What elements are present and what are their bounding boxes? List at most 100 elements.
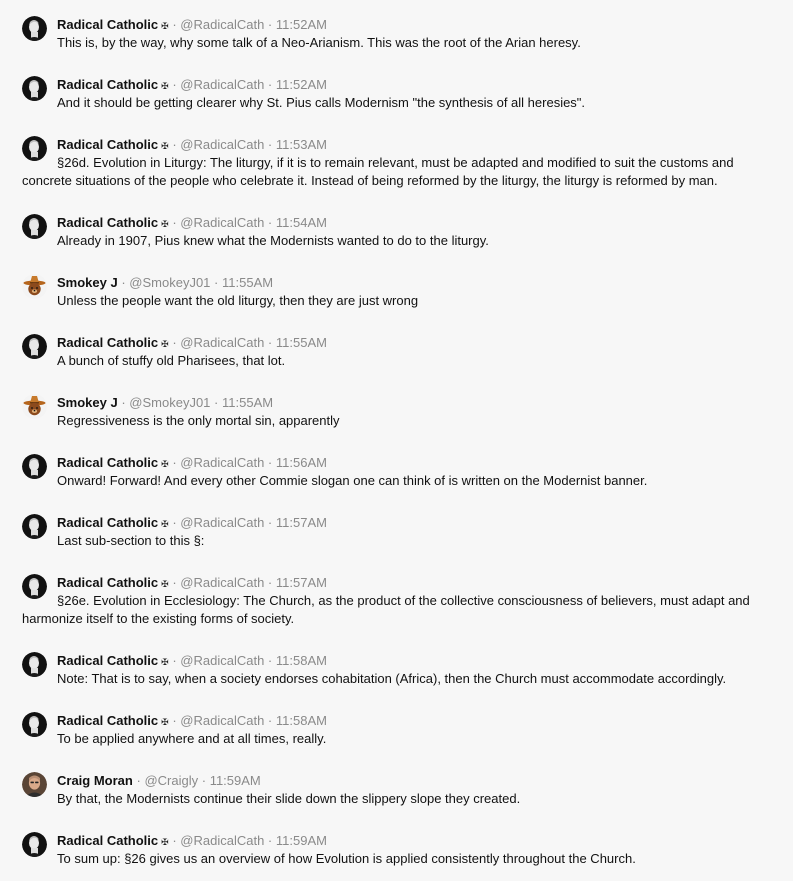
post-timestamp[interactable]: 11:59AM: [276, 833, 327, 848]
separator: ·: [172, 17, 177, 32]
author-handle[interactable]: @RadicalCath: [180, 17, 264, 32]
author-name[interactable]: Radical Catholic: [57, 575, 158, 590]
author-handle[interactable]: @RadicalCath: [180, 515, 264, 530]
post: Radical Catholic ✠ · @RadicalCath · 11:57…: [0, 574, 793, 628]
author-handle[interactable]: @SmokeyJ01: [129, 275, 210, 290]
radical-avatar-icon[interactable]: [22, 832, 47, 857]
cross-badge-icon: ✠: [161, 579, 169, 589]
post-timestamp[interactable]: 11:53AM: [276, 137, 327, 152]
post-text: §26d. Evolution in Liturgy: The liturgy,…: [22, 155, 734, 188]
separator: ·: [267, 713, 273, 728]
separator: ·: [172, 215, 177, 230]
post-header: Smokey J · @SmokeyJ01 · 11:55AM: [57, 394, 771, 412]
separator: ·: [267, 335, 273, 350]
post-text: Onward! Forward! And every other Commie …: [57, 473, 648, 488]
author-handle[interactable]: @RadicalCath: [180, 77, 264, 92]
radical-avatar-icon[interactable]: [22, 16, 47, 41]
post-header: Radical Catholic ✠ · @RadicalCath · 11:57…: [57, 574, 771, 592]
post-header: Radical Catholic ✠ · @RadicalCath · 11:59…: [57, 832, 771, 850]
separator: ·: [267, 515, 273, 530]
post: Smokey J · @SmokeyJ01 · 11:55AM Regressi…: [0, 394, 793, 430]
separator: ·: [267, 653, 273, 668]
post-header: Radical Catholic ✠ · @RadicalCath · 11:58…: [57, 712, 771, 730]
author-handle[interactable]: @RadicalCath: [180, 653, 264, 668]
radical-avatar-icon[interactable]: [22, 712, 47, 737]
author-handle[interactable]: @RadicalCath: [180, 713, 264, 728]
radical-avatar-icon[interactable]: [22, 334, 47, 359]
author-name[interactable]: Radical Catholic: [57, 215, 158, 230]
separator: ·: [267, 137, 273, 152]
smokey-bear-avatar-icon[interactable]: [22, 274, 47, 299]
radical-avatar-icon[interactable]: [22, 514, 47, 539]
author-name[interactable]: Craig Moran: [57, 773, 133, 788]
post-timestamp[interactable]: 11:55AM: [222, 395, 273, 410]
separator: ·: [267, 575, 273, 590]
post-timestamp[interactable]: 11:58AM: [276, 653, 327, 668]
post-header: Radical Catholic ✠ · @RadicalCath · 11:52…: [57, 76, 771, 94]
craig-avatar-icon[interactable]: [22, 772, 47, 797]
post-timestamp[interactable]: 11:58AM: [276, 713, 327, 728]
radical-avatar-icon[interactable]: [22, 214, 47, 239]
post-timestamp[interactable]: 11:52AM: [276, 17, 327, 32]
post-timestamp[interactable]: 11:52AM: [276, 77, 327, 92]
radical-avatar-icon[interactable]: [22, 76, 47, 101]
post-header: Radical Catholic ✠ · @RadicalCath · 11:54…: [57, 214, 771, 232]
cross-badge-icon: ✠: [161, 837, 169, 847]
post-header: Radical Catholic ✠ · @RadicalCath · 11:58…: [57, 652, 771, 670]
author-name[interactable]: Radical Catholic: [57, 713, 158, 728]
post-timestamp[interactable]: 11:54AM: [276, 215, 327, 230]
post: Radical Catholic ✠ · @RadicalCath · 11:58…: [0, 652, 793, 688]
author-name[interactable]: Smokey J: [57, 395, 118, 410]
separator: ·: [172, 335, 177, 350]
separator: ·: [121, 395, 126, 410]
post-timestamp[interactable]: 11:57AM: [276, 515, 327, 530]
author-handle[interactable]: @Craigly: [144, 773, 198, 788]
post-timestamp[interactable]: 11:56AM: [276, 455, 327, 470]
radical-avatar-icon[interactable]: [22, 454, 47, 479]
post-timestamp[interactable]: 11:55AM: [276, 335, 327, 350]
author-name[interactable]: Radical Catholic: [57, 335, 158, 350]
author-name[interactable]: Radical Catholic: [57, 17, 158, 32]
separator: ·: [172, 833, 177, 848]
post-header: Radical Catholic ✠ · @RadicalCath · 11:52…: [57, 16, 771, 34]
cross-badge-icon: ✠: [161, 81, 169, 91]
post-timestamp[interactable]: 11:55AM: [222, 275, 273, 290]
post: Radical Catholic ✠ · @RadicalCath · 11:56…: [0, 454, 793, 490]
author-name[interactable]: Radical Catholic: [57, 515, 158, 530]
post-header: Radical Catholic ✠ · @RadicalCath · 11:57…: [57, 514, 771, 532]
post: Radical Catholic ✠ · @RadicalCath · 11:58…: [0, 712, 793, 748]
author-handle[interactable]: @RadicalCath: [180, 833, 264, 848]
author-handle[interactable]: @RadicalCath: [180, 137, 264, 152]
cross-badge-icon: ✠: [161, 21, 169, 31]
cross-badge-icon: ✠: [161, 717, 169, 727]
separator: ·: [172, 137, 177, 152]
radical-avatar-icon[interactable]: [22, 136, 47, 161]
smokey-bear-avatar-icon[interactable]: [22, 394, 47, 419]
author-name[interactable]: Radical Catholic: [57, 653, 158, 668]
separator: ·: [172, 515, 177, 530]
author-name[interactable]: Radical Catholic: [57, 77, 158, 92]
post-text: Note: That is to say, when a society end…: [57, 671, 727, 686]
author-handle[interactable]: @RadicalCath: [180, 215, 264, 230]
post: Radical Catholic ✠ · @RadicalCath · 11:52…: [0, 76, 793, 112]
post-text: This is, by the way, why some talk of a …: [57, 35, 581, 50]
post-header: Smokey J · @SmokeyJ01 · 11:55AM: [57, 274, 771, 292]
author-handle[interactable]: @RadicalCath: [180, 335, 264, 350]
author-handle[interactable]: @RadicalCath: [180, 575, 264, 590]
author-name[interactable]: Radical Catholic: [57, 833, 158, 848]
radical-avatar-icon[interactable]: [22, 652, 47, 677]
separator: ·: [267, 215, 273, 230]
radical-avatar-icon[interactable]: [22, 574, 47, 599]
author-handle[interactable]: @RadicalCath: [180, 455, 264, 470]
author-handle[interactable]: @SmokeyJ01: [129, 395, 210, 410]
author-name[interactable]: Radical Catholic: [57, 137, 158, 152]
author-name[interactable]: Smokey J: [57, 275, 118, 290]
post-text: To be applied anywhere and at all times,…: [57, 731, 327, 746]
cross-badge-icon: ✠: [161, 219, 169, 229]
post-text: Already in 1907, Pius knew what the Mode…: [57, 233, 489, 248]
post: Craig Moran · @Craigly · 11:59AM By that…: [0, 772, 793, 808]
post-timestamp[interactable]: 11:57AM: [276, 575, 327, 590]
author-name[interactable]: Radical Catholic: [57, 455, 158, 470]
separator: ·: [214, 395, 219, 410]
post-timestamp[interactable]: 11:59AM: [210, 773, 261, 788]
